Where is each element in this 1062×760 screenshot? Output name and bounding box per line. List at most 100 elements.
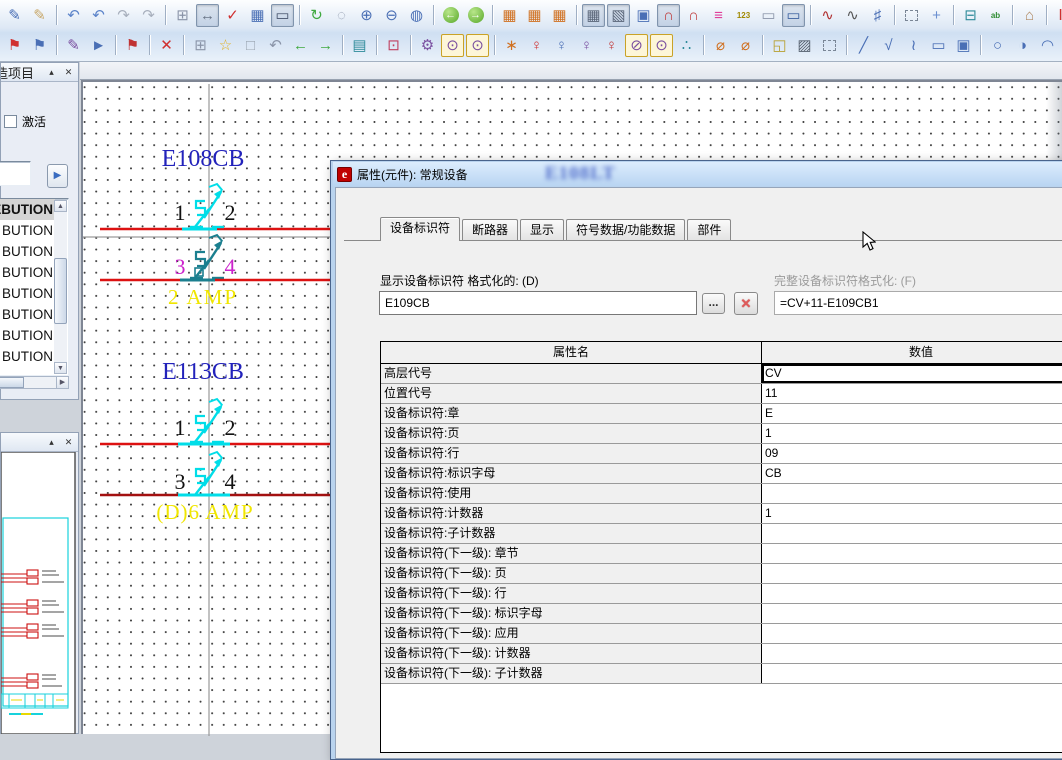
region-select-icon[interactable] [818,34,841,57]
draw-arc-icon[interactable]: ◠ [1036,34,1059,57]
tab-2[interactable]: 断路器 [462,219,518,241]
grid-view-icon[interactable]: ▦ [246,4,269,27]
draw-line-icon[interactable]: ╱ [852,34,875,57]
zoom-area-icon[interactable]: ◌ [330,4,353,27]
property-value-cell[interactable] [762,604,1062,623]
tree-horizontal-scrollbar[interactable]: ▶ [0,376,69,389]
draw-polyline-icon[interactable]: √ [877,34,900,57]
displayed-dt-input[interactable]: E109CB [379,291,697,315]
property-value-cell[interactable] [762,624,1062,643]
draw-circle-icon[interactable]: ○ [986,34,1009,57]
nav-forward-icon[interactable]: → [314,34,337,57]
tree-item[interactable]: EBUTION [0,199,55,220]
apply-filter-button[interactable]: ▶ [47,164,68,188]
apply-check-icon[interactable]: ✓ [221,4,244,27]
property-value-cell[interactable] [762,644,1062,663]
magnet-move-icon[interactable]: ∩ [682,4,705,27]
property-value-cell[interactable]: CB [762,464,1062,483]
grid-a-icon[interactable]: ▦ [498,4,521,27]
property-name-cell[interactable]: 设备标识符:子计数器 [381,524,762,543]
property-value-cell[interactable] [762,524,1062,543]
property-name-cell[interactable]: 设备标识符:使用 [381,484,762,503]
tree-item[interactable]: BUTION [0,262,55,283]
draw-rect2-icon[interactable]: ▣ [952,34,975,57]
tree-vertical-scrollbar[interactable]: ▲ ▼ [54,200,67,374]
tree-item[interactable]: BUTION [0,283,55,304]
image-fill-icon[interactable]: ▨ [793,34,816,57]
nav-back-icon[interactable]: ← [289,34,312,57]
copy-page-icon[interactable]: ⊞ [189,34,212,57]
tree-item[interactable]: BUTION [0,241,55,262]
magnet-icon[interactable]: ∩ [657,4,680,27]
grid-c-icon[interactable]: ▦ [548,4,571,27]
property-name-cell[interactable]: 设备标识符:章 [381,404,762,423]
textbox-icon[interactable]: ▭ [757,4,780,27]
property-value-cell[interactable]: E [762,404,1062,423]
delete-flag-icon[interactable]: ⚑ [121,34,144,57]
stretch-icon[interactable]: + [925,4,948,27]
property-name-cell[interactable]: 设备标识符:行 [381,444,762,463]
tab-3[interactable]: 显示 [520,219,564,241]
window-transfer-icon[interactable]: ↔ [196,4,219,27]
property-value-cell[interactable]: 11 [762,384,1062,403]
corner-mark-icon[interactable]: ◱ [768,34,791,57]
value-123-icon[interactable]: 123 [732,4,755,27]
panel-pin-icon[interactable]: ▴ [45,66,58,79]
panel-close-icon[interactable]: ✕ [62,436,75,449]
device-code[interactable]: E113CB [162,359,244,385]
column-header-value[interactable]: 数值 [762,342,1062,363]
device-circle2-icon[interactable]: ⊙ [466,34,489,57]
zoom-in-icon[interactable]: ⊕ [355,4,378,27]
frame-icon[interactable]: ▣ [632,4,655,27]
panel-close-icon[interactable]: ✕ [62,66,75,79]
contact-group-icon[interactable]: ∴ [675,34,698,57]
new-page-icon[interactable]: ☆ [214,34,237,57]
browse-button[interactable]: ... [702,293,725,314]
property-name-cell[interactable]: 设备标识符(下一级): 章节 [381,544,762,563]
pin-blue-icon[interactable]: ♀ [550,34,573,57]
cart-icon[interactable]: ⊟ [959,4,982,27]
terminal-diagram-icon[interactable]: ⊡ [382,34,405,57]
property-value-cell[interactable]: 1 [762,424,1062,443]
grid-snap-icon[interactable]: ▧ [607,4,630,27]
brush-icon[interactable]: ✎ [3,4,26,27]
connector-pink-icon[interactable]: ≡ [707,4,730,27]
clear-dt-button[interactable]: ✕ [734,292,758,315]
activate-checkbox[interactable] [4,115,17,128]
property-value-cell[interactable]: 09 [762,444,1062,463]
redo-icon[interactable]: ↷ [112,4,135,27]
device-code[interactable]: E108CB [162,146,245,172]
undo-point-icon[interactable]: ↶ [62,4,85,27]
conn-cross-icon[interactable]: ♯ [866,4,889,27]
refresh-icon[interactable]: ↻ [305,4,328,27]
property-name-cell[interactable]: 设备标识符(下一级): 计数器 [381,644,762,663]
stamp-icon[interactable]: ⌂ [1018,4,1041,27]
panel-blue-icon[interactable]: ▭ [782,4,805,27]
zoom-100-icon[interactable]: ◍ [405,4,428,27]
lines-red-icon[interactable]: Ⅲ [1052,4,1062,27]
property-name-cell[interactable]: 设备标识符:计数器 [381,504,762,523]
tab-4[interactable]: 符号数据/功能数据 [566,219,685,241]
back-icon[interactable]: ← [439,4,462,27]
delete-edit-icon[interactable]: ✕ [155,34,178,57]
page-blank-icon[interactable]: □ [239,34,262,57]
tree-item[interactable]: BUTION [0,220,55,241]
grid-on-icon[interactable]: ▦ [582,4,605,27]
pin-x-icon[interactable]: ♀ [600,34,623,57]
property-name-cell[interactable]: 设备标识符:标识字母 [381,464,762,483]
tree-item[interactable]: BUTION [0,325,55,346]
revert-icon[interactable]: ↶ [264,34,287,57]
property-name-cell[interactable]: 设备标识符:页 [381,424,762,443]
multi-symbol-icon[interactable]: ∗ [500,34,523,57]
property-value-cell[interactable]: 1 [762,504,1062,523]
monitor-icon[interactable]: ▭ [271,4,294,27]
flag-blue-icon[interactable]: ⚑ [28,34,51,57]
filter-input[interactable] [0,161,31,186]
device-list-icon[interactable]: ▤ [348,34,371,57]
panel-pin-icon[interactable]: ▴ [45,436,58,449]
brush-light-icon[interactable]: ✎ [28,4,51,27]
property-name-cell[interactable]: 设备标识符(下一级): 标识字母 [381,604,762,623]
property-name-cell[interactable]: 设备标识符(下一级): 行 [381,584,762,603]
project-structure-list[interactable]: EBUTIONBUTIONBUTIONBUTIONBUTIONBUTIONBUT… [0,198,69,376]
jump-icon[interactable]: ► [87,34,110,57]
